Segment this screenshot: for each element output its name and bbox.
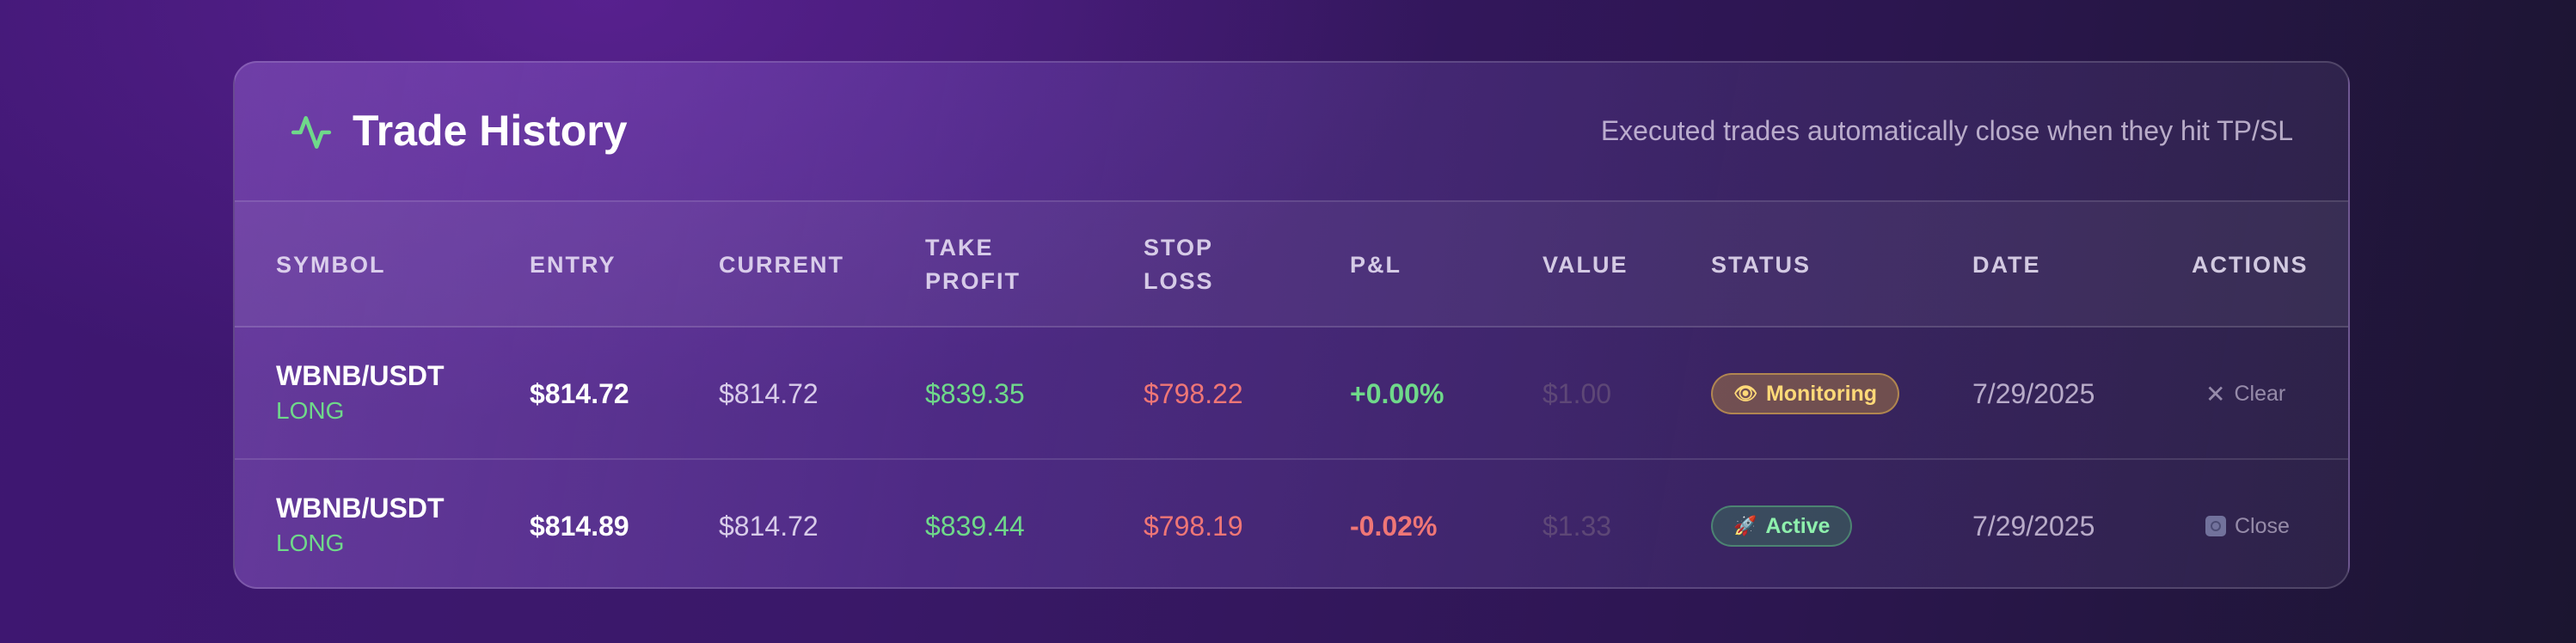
symbol-label: WBNB/USDT: [276, 360, 445, 391]
actions-cell: Close: [2205, 460, 2290, 587]
pnl-value: +0.00%: [1350, 377, 1444, 409]
position-value: $1.00: [1543, 377, 1612, 409]
side-label: LONG: [276, 530, 345, 556]
x-icon: ✕: [2205, 380, 2226, 407]
current-price: $814.72: [719, 377, 819, 409]
entry-price: $814.72: [530, 377, 629, 409]
table-header-row: SYMBOL ENTRY CURRENT TAKE PROFIT STOP LO…: [235, 202, 2348, 328]
activity-pulse-icon: [291, 116, 332, 149]
trade-date: 7/29/2025: [1972, 377, 2095, 409]
close-square-icon: [2205, 516, 2226, 536]
status-badge: 🚀 Active: [1711, 505, 1853, 547]
symbol-label: WBNB/USDT: [276, 493, 445, 524]
column-header-take-profit: TAKE PROFIT: [925, 235, 1021, 294]
column-header-value: VALUE: [1543, 251, 1628, 278]
column-header-stop-loss: STOP LOSS: [1144, 235, 1214, 294]
take-profit-price: $839.44: [925, 510, 1025, 542]
card-subtitle: Executed trades automatically close when…: [1600, 115, 2293, 146]
clear-button[interactable]: ✕ Clear: [2205, 380, 2285, 408]
column-header-status: STATUS: [1711, 251, 1811, 278]
table-row: WBNB/USDT LONG $814.72 $814.72 $839.35 $…: [235, 328, 2348, 460]
actions-cell: ✕ Clear: [2205, 328, 2285, 460]
take-profit-price: $839.35: [925, 377, 1025, 409]
side-label: LONG: [276, 397, 345, 424]
status-cell: 👁 Monitoring: [1711, 328, 1900, 460]
card-header: Trade History Executed trades automatica…: [235, 63, 2348, 202]
status-badge: 👁 Monitoring: [1711, 373, 1900, 414]
status-cell: 🚀 Active: [1711, 460, 1853, 587]
column-header-pnl: P&L: [1350, 251, 1401, 278]
status-label: Monitoring: [1765, 381, 1878, 406]
symbol-cell: WBNB/USDT LONG: [276, 358, 445, 429]
stop-loss-price: $798.22: [1144, 377, 1243, 409]
stop-loss-price: $798.19: [1144, 510, 1243, 542]
current-price: $814.72: [719, 510, 819, 542]
pnl-value: -0.02%: [1350, 510, 1438, 542]
clear-button-label: Clear: [2234, 381, 2286, 406]
column-header-entry: ENTRY: [530, 251, 616, 278]
close-button[interactable]: Close: [2205, 514, 2290, 539]
column-header-symbol: SYMBOL: [276, 251, 386, 278]
table-row: WBNB/USDT LONG $814.89 $814.72 $839.44 $…: [235, 460, 2348, 587]
column-header-current: CURRENT: [719, 251, 844, 278]
column-header-actions: ACTIONS: [2192, 251, 2309, 278]
eye-icon: 👁: [1733, 383, 1757, 404]
column-header-date: DATE: [1972, 251, 2041, 278]
card-title: Trade History: [353, 107, 628, 155]
position-value: $1.33: [1543, 510, 1612, 542]
rocket-icon: 🚀: [1733, 515, 1757, 536]
close-button-label: Close: [2235, 513, 2290, 538]
symbol-cell: WBNB/USDT LONG: [276, 491, 445, 561]
trade-date: 7/29/2025: [1972, 510, 2095, 542]
trade-history-card: Trade History Executed trades automatica…: [233, 61, 2350, 589]
status-label: Active: [1765, 513, 1831, 538]
entry-price: $814.89: [530, 510, 629, 542]
